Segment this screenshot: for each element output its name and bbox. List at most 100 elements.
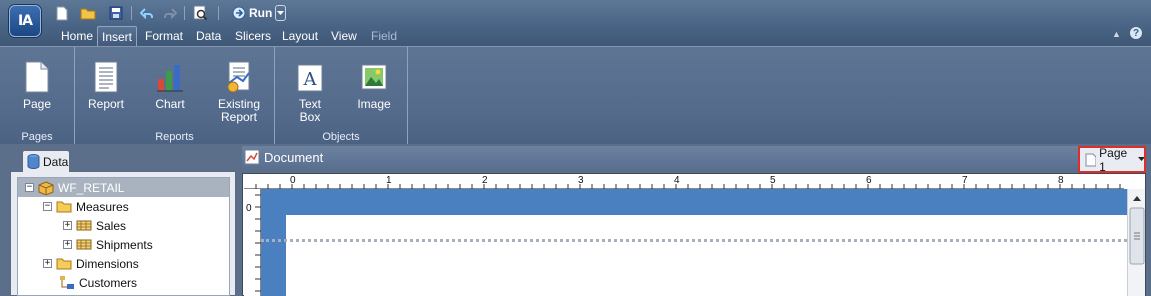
page-button[interactable]: Page [15, 47, 59, 111]
text-box-button-label: Text Box [299, 98, 321, 124]
help-icon[interactable]: ? [1130, 27, 1142, 39]
measure-group-icon [76, 220, 92, 231]
tab-layout-label: Layout [282, 29, 319, 43]
data-tree: − WF_RETAIL − Measures + Sales + Shipmen… [17, 177, 230, 296]
image-button[interactable]: Image [352, 47, 396, 111]
tree-node-label: Dimensions [76, 256, 139, 271]
existing-report-button-label: Existing Report [218, 98, 260, 124]
collapse-icon[interactable]: − [25, 183, 34, 192]
existing-report-icon [227, 61, 250, 93]
tab-slicers-label: Slicers [235, 29, 272, 43]
separator [131, 6, 132, 20]
chart-icon [157, 65, 183, 92]
tree-node-label: Shipments [96, 237, 153, 252]
vertical-ruler: 0 [244, 189, 261, 296]
data-panel-tab[interactable]: Data [22, 150, 70, 172]
report-icon [94, 61, 118, 93]
ruler-number: 7 [962, 175, 968, 186]
run-label: Run [249, 6, 273, 20]
ribbon-group-label: Reports [155, 131, 194, 143]
scrollbar-graphic [1129, 196, 1145, 265]
tab-format[interactable]: Format [141, 26, 187, 46]
tab-insert[interactable]: Insert [97, 26, 138, 46]
chart-button-label: Chart [155, 97, 185, 111]
tree-node-sales[interactable]: + Sales [63, 216, 126, 235]
report-button[interactable]: Report [83, 47, 129, 111]
run-dropdown-button[interactable] [275, 5, 287, 21]
chevron-down-icon [1137, 157, 1144, 161]
minimize-ribbon-icon[interactable]: ▲ [1112, 29, 1121, 39]
ribbon-group-pages: Page Pages [0, 47, 75, 145]
horizontal-ruler: 0 1 2 3 4 5 6 7 8 [244, 174, 1124, 189]
text-box-button[interactable]: A Text Box [288, 47, 332, 124]
chart-button[interactable]: Chart [148, 47, 192, 111]
ribbon-group-label: Objects [322, 131, 360, 143]
cube-icon [38, 180, 54, 195]
report-button-label: Report [87, 97, 125, 111]
tab-field-label: Field [371, 29, 398, 43]
tab-data-label: Data [196, 29, 222, 43]
data-panel-tab-label: Data [43, 154, 69, 169]
database-icon [27, 154, 40, 169]
save-icon[interactable] [108, 4, 124, 22]
tree-node-label: Measures [76, 199, 129, 214]
ribbon-group-objects: A Text Box Image Objects [275, 47, 408, 145]
tree-node-customers[interactable]: Customers [59, 273, 137, 292]
tab-data[interactable]: Data [192, 26, 225, 46]
tab-view[interactable]: View [327, 26, 361, 46]
chevron-down-icon [277, 10, 285, 15]
text-box-icon: A [297, 64, 323, 92]
page-selector-label: Page 1 [1099, 145, 1128, 174]
app-logo-text: IA [17, 13, 33, 29]
print-preview-icon[interactable] [191, 4, 209, 22]
redo-icon[interactable] [162, 4, 178, 22]
ruler-number: 0 [290, 175, 296, 186]
existing-report-label-line2: Report [220, 110, 258, 124]
page-icon [25, 61, 49, 93]
page-break-line [261, 239, 1127, 242]
tab-home-label: Home [61, 29, 94, 43]
new-icon[interactable] [54, 4, 70, 22]
document-canvas-area: 0 1 2 3 4 5 6 7 8 0 [242, 173, 1146, 296]
collapse-icon[interactable]: − [43, 202, 52, 211]
tree-node-wf-retail[interactable]: − WF_RETAIL [18, 178, 229, 197]
open-folder-icon[interactable] [79, 4, 97, 22]
report-page[interactable] [286, 215, 1127, 296]
tree-node-measures[interactable]: − Measures [43, 197, 129, 216]
tree-node-label: Customers [79, 275, 138, 290]
run-button[interactable]: Run [232, 4, 287, 22]
page-button-label: Page [22, 97, 52, 111]
tab-layout[interactable]: Layout [278, 26, 322, 46]
image-button-label: Image [357, 97, 391, 111]
tree-node-label: Sales [96, 218, 127, 233]
expand-icon[interactable]: + [43, 259, 52, 268]
svg-text:A: A [303, 69, 318, 90]
separator [184, 6, 185, 20]
separator [218, 6, 219, 20]
tree-node-label: WF_RETAIL [58, 180, 125, 195]
tree-node-shipments[interactable]: + Shipments [63, 235, 153, 254]
tab-home[interactable]: Home [57, 26, 97, 46]
page-icon [1085, 153, 1097, 166]
existing-report-button[interactable]: Existing Report [213, 47, 265, 124]
tree-node-dimensions[interactable]: + Dimensions [43, 254, 139, 273]
text-box-label-line2: Box [299, 110, 321, 124]
ruler-number: 5 [770, 175, 776, 186]
tab-field[interactable]: Field [367, 26, 401, 46]
undo-icon[interactable] [139, 4, 155, 22]
app-logo-button[interactable]: IA [9, 5, 41, 37]
ruler-number: 6 [866, 175, 872, 186]
ruler-number: 8 [1058, 175, 1064, 186]
tab-format-label: Format [145, 29, 184, 43]
title-toolbar-band: IA Run Home Insert Format Data Slicers L… [0, 0, 1151, 46]
vertical-scrollbar[interactable] [1127, 189, 1145, 296]
expand-icon[interactable]: + [63, 221, 72, 230]
tab-slicers[interactable]: Slicers [231, 26, 275, 46]
ribbon-group-reports: Report Chart Existing Report Reports [75, 47, 275, 145]
folder-icon [56, 201, 72, 213]
folder-icon [56, 258, 72, 270]
document-header: Document [242, 146, 1146, 168]
page-selector-dropdown[interactable]: Page 1 [1078, 145, 1146, 174]
expand-icon[interactable]: + [63, 240, 72, 249]
tab-view-label: View [331, 29, 357, 43]
